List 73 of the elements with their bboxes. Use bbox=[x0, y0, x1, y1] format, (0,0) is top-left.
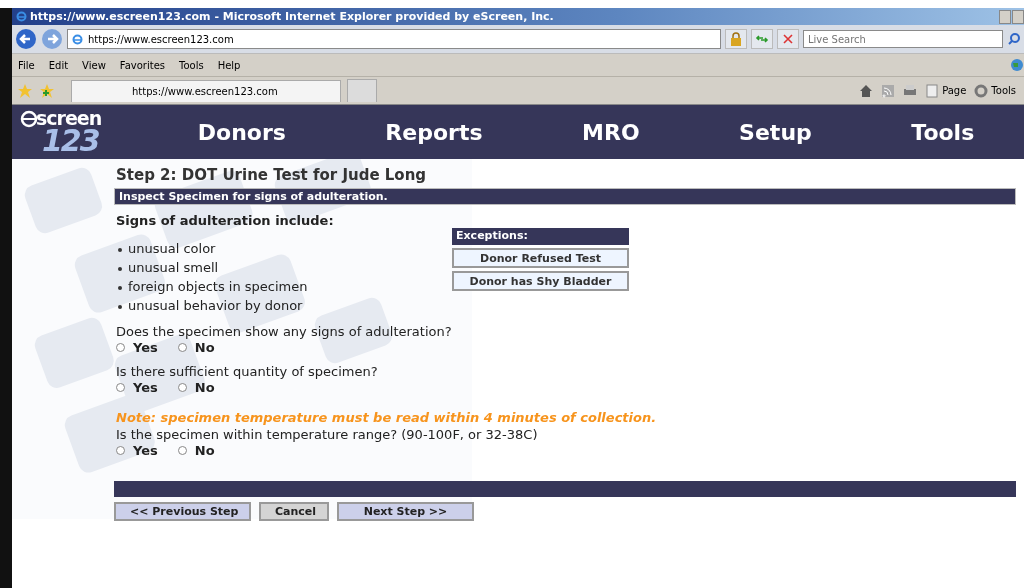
refresh-button[interactable] bbox=[751, 29, 773, 49]
radio-button[interactable] bbox=[116, 343, 125, 352]
nav-link[interactable]: Tools bbox=[911, 119, 975, 145]
bullet-icon bbox=[118, 304, 122, 309]
minimize-button[interactable] bbox=[999, 9, 1011, 24]
home-icon[interactable] bbox=[859, 83, 874, 98]
menu-item[interactable]: File bbox=[18, 59, 35, 71]
question-text: Does the specimen show any signs of adulteration? bbox=[116, 323, 453, 340]
radio-option[interactable]: Yes bbox=[116, 443, 158, 458]
menu-item[interactable]: Favorites bbox=[119, 59, 165, 71]
menu-item[interactable]: Edit bbox=[48, 59, 69, 71]
exception-button[interactable]: Donor has Shy Bladder bbox=[452, 271, 629, 291]
window-title: https://www.escreen123.com - Microsoft Internet Explorer provided by eScreen, Inc. bbox=[30, 10, 554, 23]
radio-option[interactable]: No bbox=[177, 443, 215, 458]
close-icon bbox=[781, 32, 795, 46]
stop-button[interactable] bbox=[777, 29, 799, 49]
step-button[interactable]: Next Step >> bbox=[337, 502, 474, 521]
forward-icon[interactable] bbox=[41, 28, 63, 50]
browser-tab[interactable]: https://www.escreen123.com bbox=[71, 79, 341, 102]
star-icon[interactable] bbox=[17, 82, 33, 99]
step-button[interactable]: << Previous Step bbox=[114, 502, 251, 521]
section-heading: Signs of adulteration include: bbox=[116, 213, 335, 228]
lock-button[interactable] bbox=[725, 29, 747, 49]
nav-link[interactable]: Donors bbox=[197, 119, 286, 145]
nav-link[interactable]: Reports bbox=[385, 119, 483, 145]
menu-item[interactable]: Help bbox=[217, 59, 241, 71]
radio-button[interactable] bbox=[177, 383, 187, 392]
printer-icon[interactable] bbox=[903, 83, 918, 98]
bullet-icon bbox=[118, 285, 122, 290]
logo-icon bbox=[20, 110, 38, 128]
new-tab-button[interactable] bbox=[347, 79, 377, 102]
menu-item[interactable]: Tools bbox=[179, 59, 204, 71]
toolbar-button[interactable]: Tools bbox=[974, 83, 1016, 98]
radio-option[interactable]: No bbox=[177, 340, 215, 355]
back-icon[interactable] bbox=[15, 28, 37, 50]
question-text: Is the specimen within temperature range? (90-100F, or 32-38C) bbox=[116, 426, 539, 443]
feed-icon[interactable] bbox=[881, 83, 896, 98]
nav-link[interactable]: MRO bbox=[582, 119, 640, 145]
search-icon[interactable] bbox=[1007, 32, 1021, 46]
menu-item[interactable]: View bbox=[82, 59, 106, 71]
list-item: unusual behavior by donor bbox=[128, 298, 303, 313]
search-field[interactable]: Live Search bbox=[803, 30, 1003, 48]
maximize-button[interactable] bbox=[1012, 9, 1024, 24]
add-favorite-icon[interactable] bbox=[39, 82, 55, 99]
list-item: foreign objects in specimen bbox=[128, 279, 308, 294]
radio-option[interactable]: No bbox=[177, 380, 215, 395]
radio-button[interactable] bbox=[177, 446, 187, 455]
section-banner: Inspect Specimen for signs of adulteration. bbox=[114, 188, 1016, 205]
step-title: Step 2: DOT Urine Test for Jude Long bbox=[116, 166, 428, 184]
lock-icon bbox=[729, 32, 743, 46]
radio-button[interactable] bbox=[116, 446, 125, 455]
list-item: unusual smell bbox=[128, 260, 219, 275]
exception-button[interactable]: Donor Refused Test bbox=[452, 248, 629, 268]
nav-link[interactable]: Setup bbox=[739, 119, 812, 145]
toolbar-button[interactable]: Page bbox=[925, 83, 967, 98]
page-icon bbox=[925, 83, 940, 98]
logo-text: screen bbox=[36, 107, 102, 129]
bullet-icon bbox=[118, 266, 122, 271]
cancel-button[interactable]: Cancel bbox=[259, 502, 329, 521]
address-field[interactable]: https://www.escreen123.com bbox=[67, 29, 721, 49]
radio-option[interactable]: Yes bbox=[116, 380, 158, 395]
bullet-icon bbox=[118, 247, 122, 252]
note-text: Note: specimen temperature must be read within 4 minutes of collection. bbox=[116, 409, 658, 426]
gear-icon bbox=[974, 83, 989, 98]
exceptions-header: Exceptions: bbox=[452, 228, 629, 245]
radio-button[interactable] bbox=[116, 383, 125, 392]
question-text: Is there sufficient quantity of specimen? bbox=[116, 363, 379, 380]
globe-icon[interactable] bbox=[1010, 58, 1024, 72]
list-item: unusual color bbox=[128, 241, 216, 256]
page-icon bbox=[72, 33, 83, 45]
radio-button[interactable] bbox=[177, 343, 187, 352]
browser-icon bbox=[16, 11, 27, 22]
radio-option[interactable]: Yes bbox=[116, 340, 158, 355]
